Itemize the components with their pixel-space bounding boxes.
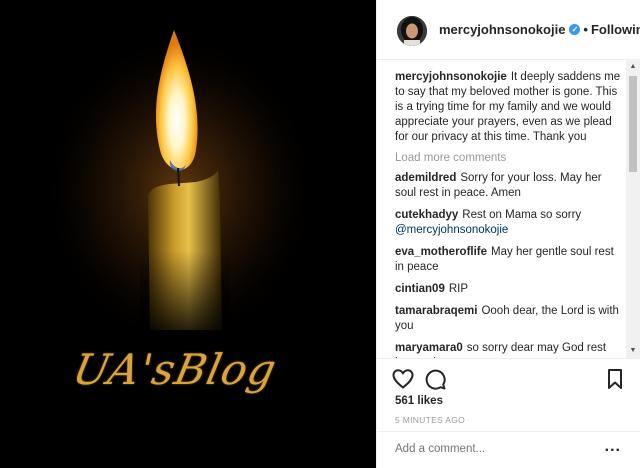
comment-bubble-icon[interactable] — [423, 367, 447, 391]
load-more-comments-button[interactable]: Load more comments — [395, 152, 623, 164]
add-comment-input[interactable] — [395, 443, 595, 455]
comment-username[interactable]: cintian09 — [395, 283, 445, 295]
post-side-panel: mercyjohnsonokojie ✓ • Following mercyjo… — [376, 0, 640, 468]
blog-watermark: UA'sBlog — [68, 345, 282, 394]
comment-text: RIP — [448, 283, 469, 295]
verified-badge-icon: ✓ — [569, 24, 581, 35]
heart-icon[interactable] — [391, 367, 415, 391]
comment-mention-link[interactable]: @mercyjohnsonokojie — [395, 224, 508, 236]
candle-illustration — [0, 0, 376, 468]
comments-scrollbar[interactable]: ▲ ▼ — [626, 60, 640, 358]
comment-username[interactable]: eva_motheroflife — [395, 246, 487, 258]
following-button[interactable]: Following — [591, 22, 640, 37]
comment-item: ademildred Sorry for your loss. May her s… — [395, 171, 623, 201]
instagram-post: UA'sBlog mercyjohnsonokojie ✓ • Followin… — [0, 0, 640, 468]
comment-username[interactable]: maryamara0 — [395, 342, 463, 354]
header-user-line: mercyjohnsonokojie ✓ • Following — [439, 22, 640, 37]
comment-username[interactable]: ademildred — [395, 172, 456, 184]
post-timestamp: 5 MINUTES AGO — [395, 415, 466, 425]
post-actions: 561 likes 5 MINUTES AGO ... — [377, 358, 640, 468]
comment-item: eva_motheroflife May her gentle soul rest… — [395, 245, 623, 275]
scroll-down-arrow-icon[interactable]: ▼ — [626, 344, 640, 358]
bookmark-icon[interactable] — [603, 367, 627, 391]
likes-count[interactable]: 561 likes — [395, 395, 443, 407]
post-image[interactable]: UA'sBlog — [0, 0, 376, 468]
comment-item: maryamara0so sorry dear may God rest her… — [395, 341, 623, 358]
comment-username[interactable]: tamarabraqemi — [395, 305, 477, 317]
scroll-up-arrow-icon[interactable]: ▲ — [626, 60, 640, 74]
scrollbar-thumb[interactable] — [629, 76, 637, 172]
comment-item: cutekhadyy Rest on Mama so sorry @mercyjo… — [395, 208, 623, 238]
comment-username[interactable]: cutekhadyy — [395, 209, 458, 221]
comment-text: Rest on Mama so sorry — [462, 209, 582, 221]
header-separator: • — [583, 22, 588, 37]
caption-username[interactable]: mercyjohnsonokojie — [395, 71, 507, 83]
header-username[interactable]: mercyjohnsonokojie — [439, 22, 565, 37]
add-comment-bar: ... — [377, 431, 640, 468]
post-caption: mercyjohnsonokojie It deeply saddens me t… — [395, 70, 623, 145]
comments-list[interactable]: mercyjohnsonokojie It deeply saddens me t… — [377, 60, 640, 358]
avatar[interactable] — [397, 16, 427, 46]
comment-item: tamarabraqemi Oooh dear, the Lord is with… — [395, 304, 623, 334]
post-header: mercyjohnsonokojie ✓ • Following — [377, 0, 640, 60]
comment-item: cintian09 RIP — [395, 282, 623, 297]
more-options-icon[interactable]: ... — [605, 438, 621, 456]
